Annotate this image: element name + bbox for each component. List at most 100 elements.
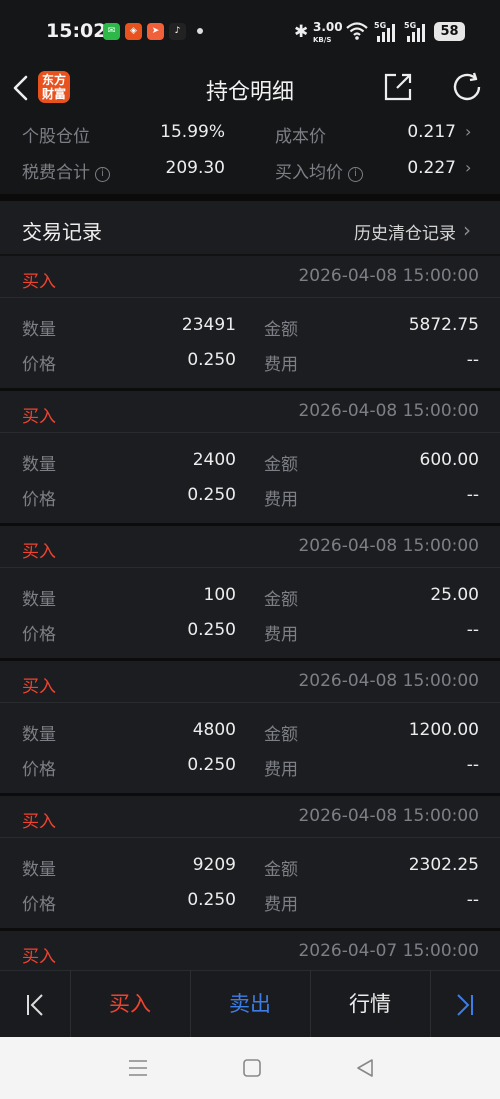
record-header: 买入 2026-04-08 15:00:00 — [0, 256, 500, 298]
signal-strength-icon — [377, 24, 395, 42]
avg-buy-value: 0.227 — [407, 158, 456, 178]
trade-type: 买入 — [22, 947, 56, 967]
amount-label: 金额 — [264, 590, 298, 610]
wechat-icon: ✉ — [103, 23, 120, 40]
list-item[interactable]: 买入 2026-04-08 15:00:00 数量 4800 金额 1200.0… — [0, 661, 500, 793]
tiktok-icon: ♪ — [169, 23, 186, 40]
system-nav-bar — [0, 1037, 500, 1099]
list-item[interactable]: 买入 2026-04-08 15:00:00 数量 2400 金额 600.00… — [0, 391, 500, 523]
list-item[interactable]: 买入 2026-04-08 15:00:00 数量 9209 金额 2302.2… — [0, 796, 500, 928]
trade-date: 2026-04-07 15:00:00 — [298, 941, 479, 961]
avg-buy-chevron-icon[interactable]: › — [465, 158, 471, 177]
fee-label: 费用 — [264, 625, 298, 645]
amount-value: 5872.75 — [408, 315, 479, 335]
fee-label: 费用 — [264, 355, 298, 375]
fee-label: 费用 — [264, 895, 298, 915]
first-page-button[interactable] — [0, 971, 70, 1038]
section-title: 交易记录 — [22, 220, 102, 244]
last-page-button[interactable] — [430, 971, 500, 1038]
trade-type: 买入 — [22, 272, 56, 292]
trade-records-header: 交易记录 历史清仓记录 › — [0, 201, 500, 255]
fee-label: 费用 — [264, 760, 298, 780]
notification-dot-icon — [197, 28, 203, 34]
shopping-app-icon: ◈ — [125, 23, 142, 40]
price-value: 0.250 — [187, 890, 236, 910]
fee-value: -- — [466, 755, 479, 775]
fee-total-row[interactable]: 税费合计 i — [22, 158, 110, 183]
battery-level: 58 — [440, 24, 459, 39]
trade-date: 2026-04-08 15:00:00 — [298, 671, 479, 691]
cost-price-value: 0.217 — [407, 122, 456, 142]
wifi-icon — [346, 22, 368, 40]
record-header: 买入 2026-04-08 15:00:00 — [0, 796, 500, 838]
qty-label: 数量 — [22, 590, 56, 610]
share-icon[interactable] — [383, 72, 413, 102]
qty-label: 数量 — [22, 725, 56, 745]
qty-label: 数量 — [22, 455, 56, 475]
price-value: 0.250 — [187, 350, 236, 370]
bluetooth-icon: ✱ — [294, 22, 309, 42]
info-icon[interactable]: i — [348, 167, 363, 182]
price-label: 价格 — [22, 355, 56, 375]
avg-buy-label: 买入均价 — [275, 163, 343, 183]
status-time: 15:02 — [46, 20, 107, 42]
status-bar: 15:02 ✉ ◈ ➤ ♪ ✱ 3.00 KB/S 5G 5G 58 — [0, 0, 500, 62]
net-speed: 3.00 KB/S — [313, 20, 343, 46]
price-value: 0.250 — [187, 620, 236, 640]
section-divider — [0, 194, 500, 201]
price-value: 0.250 — [187, 755, 236, 775]
trade-type: 买入 — [22, 542, 56, 562]
position-ratio-value: 15.99% — [160, 122, 225, 142]
amount-label: 金额 — [264, 725, 298, 745]
record-header: 买入 2026-04-07 15:00:00 — [0, 931, 500, 971]
bottom-action-bar: 买入 卖出 行情 — [0, 970, 500, 1038]
qty-label: 数量 — [22, 860, 56, 880]
fee-value: -- — [466, 620, 479, 640]
list-item[interactable]: 买入 2026-04-08 15:00:00 数量 23491 金额 5872.… — [0, 256, 500, 388]
list-item[interactable]: 买入 2026-04-08 15:00:00 数量 100 金额 25.00 价… — [0, 526, 500, 658]
qty-label: 数量 — [22, 320, 56, 340]
amount-label: 金额 — [264, 860, 298, 880]
trade-type: 买入 — [22, 677, 56, 697]
amount-label: 金额 — [264, 320, 298, 340]
trade-date: 2026-04-08 15:00:00 — [298, 806, 479, 826]
sell-button[interactable]: 卖出 — [190, 971, 310, 1038]
amount-value: 2302.25 — [408, 855, 479, 875]
qty-value: 2400 — [192, 450, 236, 470]
signal-strength-2-icon — [407, 24, 425, 42]
menu-icon[interactable] — [128, 1059, 148, 1077]
list-item[interactable]: 买入 2026-04-07 15:00:00 — [0, 931, 500, 971]
fee-total-value: 209.30 — [165, 158, 225, 178]
chevron-right-icon[interactable]: › — [463, 218, 471, 242]
fee-label: 费用 — [264, 490, 298, 510]
trade-type: 买入 — [22, 407, 56, 427]
trade-type: 买入 — [22, 812, 56, 832]
avg-buy-row[interactable]: 买入均价 i — [275, 158, 363, 183]
price-label: 价格 — [22, 760, 56, 780]
qty-value: 9209 — [192, 855, 236, 875]
skip-first-icon — [27, 994, 43, 1016]
info-icon[interactable]: i — [95, 167, 110, 182]
history-clear-link[interactable]: 历史清仓记录 — [354, 219, 456, 244]
cost-price-chevron-icon[interactable]: › — [465, 122, 471, 141]
qty-value: 23491 — [181, 315, 236, 335]
page-title: 持仓明细 — [205, 80, 294, 105]
back-nav-icon[interactable] — [355, 1058, 375, 1078]
price-value: 0.250 — [187, 485, 236, 505]
fee-value: -- — [466, 485, 479, 505]
price-label: 价格 — [22, 625, 56, 645]
net-speed-value: 3.00 — [313, 20, 343, 34]
record-header: 买入 2026-04-08 15:00:00 — [0, 391, 500, 433]
buy-button[interactable]: 买入 — [70, 971, 190, 1038]
price-label: 价格 — [22, 490, 56, 510]
refresh-icon[interactable] — [452, 72, 484, 102]
position-ratio-label: 个股仓位 — [22, 127, 90, 147]
home-icon[interactable] — [242, 1058, 262, 1078]
market-button[interactable]: 行情 — [310, 971, 430, 1038]
record-header: 买入 2026-04-08 15:00:00 — [0, 661, 500, 703]
net-speed-unit: KB/S — [313, 36, 332, 44]
cost-price-label: 成本价 — [275, 127, 326, 147]
amount-value: 25.00 — [430, 585, 479, 605]
paper-plane-app-icon: ➤ — [147, 23, 164, 40]
battery-icon: 58 — [434, 22, 465, 41]
